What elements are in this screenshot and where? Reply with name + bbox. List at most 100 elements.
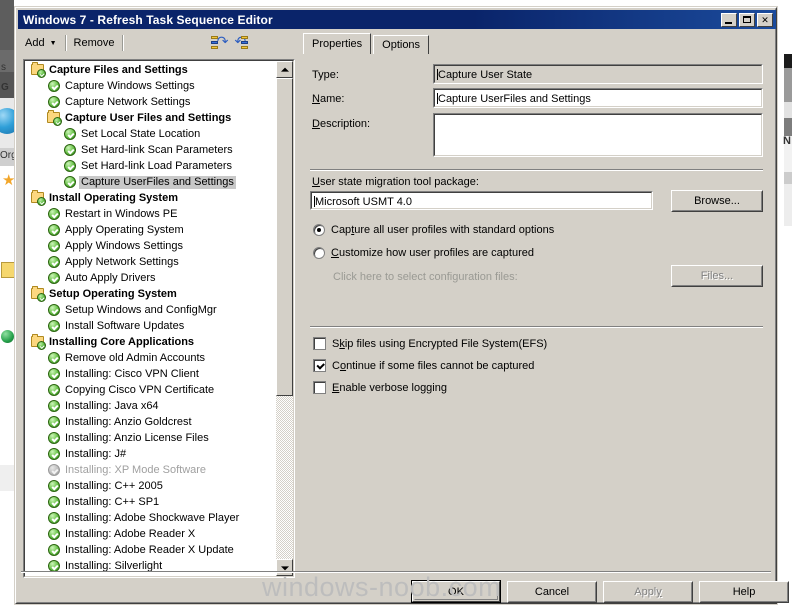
tree-item[interactable]: Installing: C++ 2005 [26,478,276,494]
tree-item[interactable]: Install Software Updates [26,318,276,334]
bg-band [0,465,14,491]
folder-check-icon [30,62,46,78]
scrollbar-track[interactable] [276,78,293,559]
tree-item-label: Setup Operating System [49,287,177,300]
remove-button-label: Remove [73,37,115,49]
cancel-button[interactable]: Cancel [507,581,597,603]
task-sequence-editor-window: Windows 7 - Refresh Task Sequence Editor… [14,6,789,605]
tree-item[interactable]: Apply Operating System [26,222,276,238]
background-window-left-strip: ★ s G Org [0,0,20,611]
move-up-icon[interactable]: ↷ [209,33,229,53]
tree-item-label: Capture Files and Settings [49,63,188,76]
tree-item[interactable]: Restart in Windows PE [26,206,276,222]
usmt-package-input[interactable]: Microsoft USMT 4.0 [310,191,653,210]
tree-item-label: Set Hard-link Scan Parameters [81,143,233,156]
checkbox-skip-efs[interactable]: Skip files using Encrypted File System(E… [313,337,547,350]
tree-item[interactable]: Set Local State Location [26,126,276,142]
remove-button[interactable]: Remove [68,33,121,53]
tree-item[interactable]: Installing: Adobe Shockwave Player [26,510,276,526]
tree-item[interactable]: Installing: Adobe Reader X Update [26,542,276,558]
tab-properties[interactable]: Properties [303,33,372,54]
cancel-button-label: Cancel [534,586,570,598]
green-check-icon [46,254,62,270]
close-icon: ✕ [761,14,769,25]
tab-options[interactable]: Options [373,35,430,54]
scrollbar-thumb[interactable] [276,78,293,396]
bg-band [778,0,792,54]
tree-item-label: Capture Network Settings [65,95,191,108]
tree-item-label: Set Hard-link Load Parameters [81,159,233,172]
maximize-button[interactable] [739,12,755,27]
tree-item[interactable]: Setup Operating System [26,286,276,302]
add-button[interactable]: Add ▼ [19,33,63,53]
radio-customize-profiles-label: Customize how user profiles are captured [331,247,534,259]
description-input[interactable] [433,113,763,157]
tree-item[interactable]: Remove old Admin Accounts [26,350,276,366]
tree-item[interactable]: Installing: XP Mode Software [26,462,276,478]
green-check-icon [46,414,62,430]
tree-item[interactable]: Capture Windows Settings [26,78,276,94]
green-check-icon [62,126,78,142]
tree-item[interactable]: Copying Cisco VPN Certificate [26,382,276,398]
green-check-icon [46,366,62,382]
minimize-button[interactable] [721,12,737,27]
window-title: Windows 7 - Refresh Task Sequence Editor [23,12,273,27]
tree-item[interactable]: Apply Network Settings [26,254,276,270]
checkbox-indicator [313,337,326,350]
tree-item[interactable]: Installing: Anzio Goldcrest [26,414,276,430]
tree-item[interactable]: Setup Windows and ConfigMgr [26,302,276,318]
radio-capture-all-profiles[interactable]: Capture all user profiles with standard … [313,224,554,236]
tree-item-label: Installing: Anzio License Files [65,431,209,444]
green-check-icon [46,350,62,366]
browse-button[interactable]: Browse... [671,190,763,212]
tree-item[interactable]: Installing: Java x64 [26,398,276,414]
tree-item[interactable]: Auto Apply Drivers [26,270,276,286]
tree-item[interactable]: Installing: C++ SP1 [26,494,276,510]
tree-item[interactable]: Installing: J# [26,446,276,462]
scroll-up-button[interactable] [276,61,293,78]
chevron-down-icon: ▼ [49,39,57,47]
tree-item[interactable]: Installing: Adobe Reader X [26,526,276,542]
ok-button[interactable]: OK [411,580,501,603]
tree-item[interactable]: Install Operating System [26,190,276,206]
folder-check-icon [46,110,62,126]
title-bar[interactable]: Windows 7 - Refresh Task Sequence Editor… [18,10,776,29]
type-label: Type: [312,69,339,81]
checkbox-continue-on-error-label: Continue if some files cannot be capture… [332,359,535,372]
checkbox-verbose-logging[interactable]: Enable verbose logging [313,381,447,394]
tree-item[interactable]: Capture Files and Settings [26,62,276,78]
checkbox-continue-on-error[interactable]: Continue if some files cannot be capture… [313,359,534,372]
files-button[interactable]: Files... [671,265,763,287]
help-button[interactable]: Help [699,581,789,603]
apply-button[interactable]: Apply [603,581,693,603]
green-check-icon [46,206,62,222]
tree-item[interactable]: Installing Core Applications [26,334,276,350]
green-check-icon [46,238,62,254]
background-text-snippet: s [1,62,6,73]
window-controls: ✕ [721,12,776,27]
tree-item[interactable]: Capture Network Settings [26,94,276,110]
tree-item[interactable]: Set Hard-link Load Parameters [26,158,276,174]
tree-item[interactable]: Installing: Anzio License Files [26,430,276,446]
tree-item[interactable]: Apply Windows Settings [26,238,276,254]
tree-item[interactable]: Set Hard-link Scan Parameters [26,142,276,158]
type-field: Capture User State [433,64,763,84]
tree-item[interactable]: Capture UserFiles and Settings [26,174,276,190]
toolbar-separator [64,35,66,51]
task-sequence-tree[interactable]: Capture Files and Settings Capture Window… [26,62,276,575]
tree-item[interactable]: Capture User Files and Settings [26,110,276,126]
radio-customize-profiles[interactable]: Customize how user profiles are captured [313,247,534,259]
move-down-icon[interactable]: ↶ [233,33,253,53]
tree-scrollbar[interactable] [276,61,293,576]
background-window-right-strip: N [778,0,792,611]
bg-band [784,118,792,136]
tree-item[interactable]: Installing: Cisco VPN Client [26,366,276,382]
close-button[interactable]: ✕ [757,12,773,27]
green-check-icon [62,174,78,190]
bg-band [0,0,14,50]
properties-pane: Type: Capture User State Name: Capture U… [305,59,775,564]
name-input[interactable]: Capture UserFiles and Settings [433,88,763,108]
checkbox-indicator [313,359,326,372]
help-button-label: Help [732,586,756,598]
bg-band [784,102,792,118]
